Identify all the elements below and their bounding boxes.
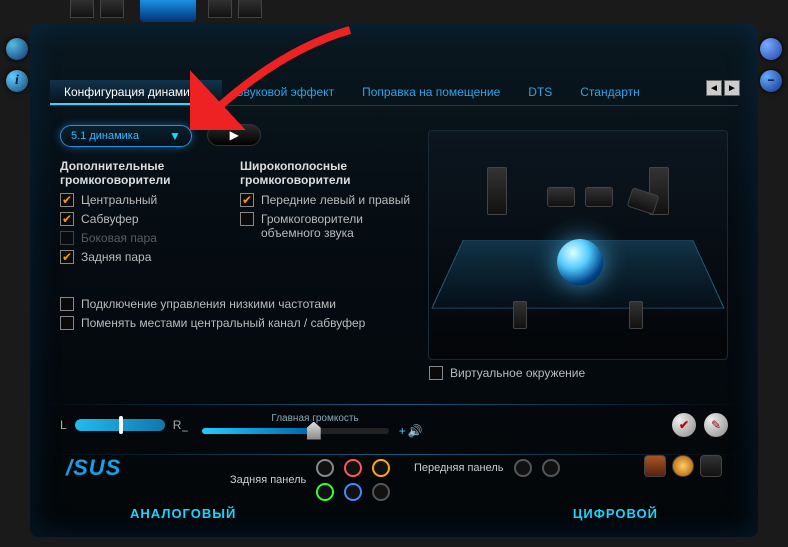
jack-grey[interactable] bbox=[316, 459, 334, 477]
chk-surround[interactable]: Громкоговорители объемного звука bbox=[240, 212, 411, 240]
apply-button[interactable] bbox=[672, 413, 696, 437]
tab-default[interactable]: Стандартн bbox=[566, 80, 654, 105]
mode-digital[interactable]: ЦИФРОВОЙ bbox=[573, 506, 658, 521]
speaker-icon[interactable] bbox=[547, 187, 575, 207]
chk-side-pair: Боковая пара bbox=[60, 231, 210, 245]
listener-orb-icon bbox=[557, 239, 603, 285]
balance-slider[interactable] bbox=[75, 419, 165, 431]
footer-btn-2[interactable] bbox=[672, 455, 694, 477]
chk-subwoofer[interactable]: Сабвуфер bbox=[60, 212, 210, 226]
settings-button[interactable] bbox=[6, 38, 28, 60]
balance-L-label: L bbox=[60, 418, 67, 432]
jack-front-2[interactable] bbox=[542, 459, 560, 477]
main-volume-slider[interactable] bbox=[202, 428, 388, 434]
additional-speakers-title: Дополнительные громкоговорители bbox=[60, 159, 210, 187]
front-panel-label: Передняя панель bbox=[414, 462, 504, 474]
chk-front-lr[interactable]: Передние левый и правый bbox=[240, 193, 411, 207]
speaker-icon[interactable] bbox=[513, 301, 527, 329]
tab-dts[interactable]: DTS bbox=[514, 80, 566, 105]
sound-icon: 🔊 bbox=[408, 424, 423, 438]
speaker-icon[interactable] bbox=[629, 301, 643, 329]
volume-plus: + bbox=[399, 424, 406, 438]
volume-row: L R Главная громкость − + 🔊 bbox=[60, 405, 728, 445]
close-button[interactable] bbox=[760, 38, 782, 60]
rear-panel-label: Задняя панель bbox=[230, 474, 306, 486]
asus-logo: /SUS bbox=[66, 455, 121, 481]
jack-front-1[interactable] bbox=[514, 459, 532, 477]
speaker-icon[interactable] bbox=[585, 187, 613, 207]
speaker-config-dropdown[interactable]: 5.1 динамика ▼ bbox=[60, 125, 192, 147]
speaker-icon[interactable] bbox=[487, 167, 507, 215]
play-icon: ▶ bbox=[230, 128, 239, 142]
additional-speakers-group: Дополнительные громкоговорители Централь… bbox=[60, 159, 210, 269]
top-decoration bbox=[30, 0, 758, 24]
mode-analog[interactable]: АНАЛОГОВЫЙ bbox=[130, 506, 236, 521]
tab-next-button[interactable]: ► bbox=[724, 80, 740, 96]
footer: /SUS Задняя панель Передняя панель bbox=[60, 455, 728, 523]
footer-btn-1[interactable] bbox=[644, 455, 666, 477]
dropdown-value: 5.1 динамика bbox=[71, 130, 139, 142]
minimize-button[interactable]: − bbox=[760, 70, 782, 92]
chk-center[interactable]: Центральный bbox=[60, 193, 210, 207]
chk-rear-pair[interactable]: Задняя пара bbox=[60, 250, 210, 264]
tab-sound-effect[interactable]: Звуковой эффект bbox=[222, 80, 348, 105]
tab-prev-button[interactable]: ◄ bbox=[706, 80, 722, 96]
main-volume-label: Главная громкость bbox=[271, 413, 358, 424]
jack-orange[interactable] bbox=[372, 459, 390, 477]
app-frame: Конфигурация динамиков Звуковой эффект П… bbox=[30, 24, 758, 537]
info-button[interactable]: i bbox=[6, 70, 28, 92]
chk-virtual-surround[interactable]: Виртуальное окружение bbox=[429, 361, 585, 385]
jack-red[interactable] bbox=[344, 459, 362, 477]
tab-room-correction[interactable]: Поправка на помещение bbox=[348, 80, 514, 105]
jack-blue[interactable] bbox=[344, 483, 362, 501]
footer-btn-3[interactable] bbox=[700, 455, 722, 477]
jack-black[interactable] bbox=[372, 483, 390, 501]
tab-speaker-config[interactable]: Конфигурация динамиков bbox=[50, 80, 222, 105]
play-test-button[interactable]: ▶ bbox=[207, 124, 261, 146]
fullrange-speakers-group: Широкополосные громкоговорители Передние… bbox=[240, 159, 411, 269]
balance-R-label: R bbox=[173, 418, 182, 432]
reset-button[interactable] bbox=[704, 413, 728, 437]
speaker-stage: Виртуальное окружение bbox=[428, 130, 728, 360]
tabs: Конфигурация динамиков Звуковой эффект П… bbox=[50, 80, 738, 106]
jack-green[interactable] bbox=[316, 483, 334, 501]
tab-scroll: ◄ ► bbox=[704, 80, 740, 96]
chevron-down-icon: ▼ bbox=[169, 129, 181, 143]
fullrange-speakers-title: Широкополосные громкоговорители bbox=[240, 159, 390, 187]
